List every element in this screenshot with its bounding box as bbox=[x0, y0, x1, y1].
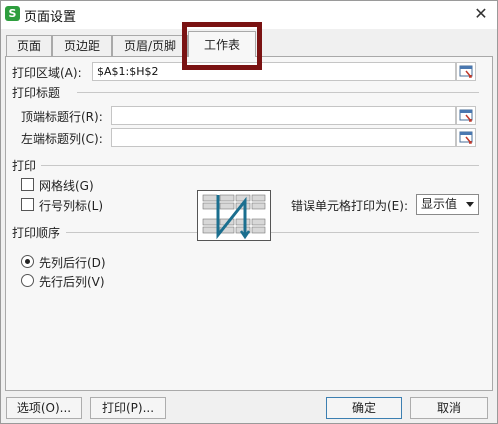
cancel-button[interactable]: 取消 bbox=[410, 397, 488, 419]
over-then-down-label: 先行后列(V) bbox=[39, 275, 105, 289]
section-divider bbox=[41, 165, 479, 166]
top-rows-collapse-button[interactable] bbox=[456, 106, 476, 125]
tab-sheet[interactable]: 工作表 bbox=[188, 31, 256, 57]
gridlines-label: 网格线(G) bbox=[39, 179, 94, 193]
top-rows-input[interactable] bbox=[111, 106, 456, 125]
tab-page-label: 页面 bbox=[16, 39, 41, 53]
left-columns-input[interactable] bbox=[111, 128, 456, 147]
section-divider bbox=[66, 232, 479, 233]
tab-margins-label: 页边距 bbox=[63, 39, 100, 53]
tab-header-footer[interactable]: 页眉/页脚 bbox=[112, 35, 188, 56]
range-select-icon bbox=[459, 109, 473, 122]
close-button[interactable]: ✕ bbox=[471, 4, 491, 24]
chevron-down-icon bbox=[466, 202, 474, 207]
page-order-preview bbox=[197, 190, 271, 241]
top-rows-label: 顶端标题行(R): bbox=[21, 110, 103, 124]
left-columns-label: 左端标题列(C): bbox=[21, 132, 103, 146]
cell-errors-select[interactable]: 显示值 bbox=[416, 194, 479, 215]
options-button[interactable]: 选项(O)... bbox=[6, 397, 82, 419]
page-order-diagram-icon bbox=[202, 194, 266, 240]
tab-header-footer-label: 页眉/页脚 bbox=[123, 39, 177, 53]
cell-errors-label: 错误单元格打印为(E): bbox=[291, 199, 408, 213]
section-divider bbox=[77, 92, 479, 93]
gridlines-checkbox[interactable] bbox=[21, 178, 34, 191]
over-then-down-radio[interactable] bbox=[21, 274, 34, 287]
left-columns-collapse-button[interactable] bbox=[456, 128, 476, 147]
tab-page[interactable]: 页面 bbox=[6, 35, 52, 56]
ok-button[interactable]: 确定 bbox=[326, 397, 402, 419]
page-setup-dialog: S 页面设置 ✕ 页面 页边距 页眉/页脚 工作表 打印区域(A): $A$1:… bbox=[0, 0, 498, 424]
print-button[interactable]: 打印(P)... bbox=[90, 397, 166, 419]
close-icon: ✕ bbox=[474, 4, 488, 23]
down-then-over-radio[interactable] bbox=[21, 255, 34, 268]
range-select-icon bbox=[459, 131, 473, 144]
range-select-icon bbox=[459, 65, 473, 78]
print-heading: 打印 bbox=[12, 159, 37, 173]
tab-sheet-label: 工作表 bbox=[203, 38, 240, 52]
print-area-collapse-button[interactable] bbox=[456, 62, 476, 81]
title-bar: S 页面设置 ✕ bbox=[1, 1, 497, 29]
cell-errors-value: 显示值 bbox=[421, 197, 458, 211]
row-col-headers-checkbox[interactable] bbox=[21, 198, 34, 211]
row-col-headers-label: 行号列标(L) bbox=[39, 199, 104, 213]
dialog-title: 页面设置 bbox=[24, 10, 77, 25]
tab-margins[interactable]: 页边距 bbox=[52, 35, 112, 56]
print-titles-heading: 打印标题 bbox=[12, 86, 61, 100]
page-order-heading: 打印顺序 bbox=[12, 226, 61, 240]
down-then-over-label: 先列后行(D) bbox=[39, 256, 106, 270]
app-logo-icon: S bbox=[5, 6, 20, 21]
print-area-label: 打印区域(A): bbox=[12, 66, 82, 80]
print-area-input[interactable]: $A$1:$H$2 bbox=[92, 62, 456, 81]
